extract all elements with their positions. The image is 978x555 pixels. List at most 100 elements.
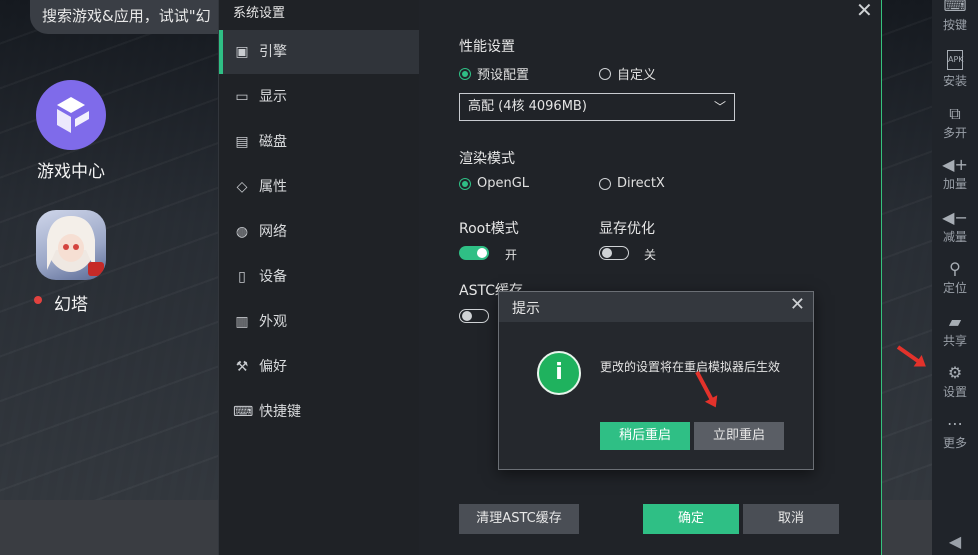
vram-optimize-title: 显存优化 <box>599 221 655 237</box>
new-badge-dot <box>34 296 42 304</box>
nav-item-preferences[interactable]: ⚒ 偏好 <box>219 345 419 389</box>
radio-directx[interactable]: DirectX <box>599 176 665 191</box>
volume-up-icon: ◀+ <box>942 155 968 174</box>
radio-circle <box>459 67 471 80</box>
dialog-message: 更改的设置将在重启模拟器后生效 <box>600 360 781 374</box>
toolbar-settings-button[interactable]: ⚙ 设置 <box>932 363 978 400</box>
monitor-icon: ▭ <box>235 89 249 105</box>
settings-content: 性能设置 预设配置 自定义 高配 (4核 4096MB) ﹀ 渲染模式 Open… <box>419 0 881 555</box>
close-icon[interactable]: ✕ <box>856 0 873 22</box>
app-label-tower-of-fantasy: 幻塔 <box>54 295 88 315</box>
performance-preset-select[interactable]: 高配 (4核 4096MB) ﹀ <box>459 93 735 121</box>
tower-of-fantasy-app-icon[interactable] <box>36 210 106 280</box>
nav-item-disk[interactable]: ▤ 磁盘 <box>219 120 419 164</box>
right-toolbar: ⌨ 按键 APK 安装 ⧉ 多开 ◀+ 加量 ◀− 减量 ⚲ 定位 ▰ 共享 ⚙… <box>932 0 978 555</box>
radio-label: 预设配置 <box>477 68 530 83</box>
restart-later-button[interactable]: 稍后重启 <box>600 422 690 450</box>
toolbar-location-button[interactable]: ⚲ 定位 <box>932 259 978 296</box>
chevron-down-icon: ﹀ <box>713 100 726 114</box>
select-value: 高配 (4核 4096MB) <box>468 99 587 114</box>
astc-cache-toggle[interactable] <box>459 309 489 323</box>
nav-label: 网络 <box>259 224 287 240</box>
folder-icon: ▰ <box>948 312 962 331</box>
window-icon: ▥ <box>235 314 249 330</box>
keyboard-icon: ⌨ <box>943 0 967 15</box>
nav-item-engine[interactable]: ▣ 引擎 <box>219 30 419 74</box>
nav-item-display[interactable]: ▭ 显示 <box>219 75 419 119</box>
tag-icon: ◇ <box>236 179 248 195</box>
radio-circle <box>599 177 611 190</box>
vram-optimize-toggle[interactable] <box>599 246 629 260</box>
toolbar-label: 减量 <box>942 230 967 244</box>
more-icon: ⋯ <box>947 414 963 433</box>
radio-preset-config[interactable]: 预设配置 <box>459 64 529 83</box>
confirm-button[interactable]: 确定 <box>643 504 739 534</box>
toolbar-label: 安装 <box>942 74 967 88</box>
dialog-title: 提示 <box>512 301 540 317</box>
toolbar-back-button[interactable]: ◀ <box>932 532 978 551</box>
nav-label: 外观 <box>259 314 287 330</box>
clear-astc-button[interactable]: 清理ASTC缓存 <box>459 504 579 534</box>
radio-custom[interactable]: 自定义 <box>599 64 656 83</box>
toolbar-label: 更多 <box>942 436 967 450</box>
nav-label: 引擎 <box>259 44 287 60</box>
toolbar-install-button[interactable]: APK 安装 <box>932 50 978 89</box>
location-icon: ⚲ <box>949 259 961 278</box>
game-center-app-icon[interactable] <box>36 80 106 150</box>
toolbar-multi-instance-button[interactable]: ⧉ 多开 <box>932 104 978 141</box>
toolbar-label: 按键 <box>942 18 967 32</box>
nav-label: 显示 <box>259 89 287 105</box>
dialog-header <box>499 292 813 322</box>
toolbar-share-button[interactable]: ▰ 共享 <box>932 312 978 349</box>
gear-icon: ⚙ <box>947 363 963 382</box>
restart-now-button[interactable]: 立即重启 <box>694 422 784 450</box>
performance-section-title: 性能设置 <box>459 39 515 55</box>
root-mode-state: 开 <box>505 248 518 262</box>
back-arrow-icon: ◀ <box>948 532 962 551</box>
game-center-logo-icon <box>57 97 89 133</box>
nav-item-properties[interactable]: ◇ 属性 <box>219 165 419 209</box>
settings-window: 系统设置 ▣ 引擎 ▭ 显示 ▤ 磁盘 ◇ 属性 ◍ 网络 ▯ 设备 ▥ 外观 <box>218 0 882 555</box>
chip-icon: ▣ <box>235 44 249 60</box>
multi-instance-icon: ⧉ <box>949 104 961 123</box>
nav-item-network[interactable]: ◍ 网络 <box>219 210 419 254</box>
keyboard-icon: ⌨ <box>233 404 254 420</box>
radio-opengl[interactable]: OpenGL <box>459 176 529 191</box>
volume-down-icon: ◀− <box>942 208 968 227</box>
toolbar-volume-down-button[interactable]: ◀− 减量 <box>932 208 978 245</box>
settings-sidebar: 系统设置 ▣ 引擎 ▭ 显示 ▤ 磁盘 ◇ 属性 ◍ 网络 ▯ 设备 ▥ 外观 <box>219 0 419 555</box>
wrench-icon: ⚒ <box>235 359 249 375</box>
toolbar-label: 定位 <box>942 281 967 295</box>
toolbar-volume-up-button[interactable]: ◀+ 加量 <box>932 155 978 192</box>
restart-prompt-dialog: 提示 ✕ i 更改的设置将在重启模拟器后生效 稍后重启 立即重启 <box>498 291 814 470</box>
render-section-title: 渲染模式 <box>459 151 515 167</box>
device-icon: ▯ <box>238 269 246 285</box>
nav-label: 磁盘 <box>259 134 287 150</box>
nav-item-device[interactable]: ▯ 设备 <box>219 255 419 299</box>
radio-label: OpenGL <box>477 176 530 191</box>
toolbar-more-button[interactable]: ⋯ 更多 <box>932 414 978 451</box>
toolbar-label: 共享 <box>942 334 967 348</box>
toolbar-keymap-button[interactable]: ⌨ 按键 <box>932 0 978 33</box>
cancel-button[interactable]: 取消 <box>743 504 839 534</box>
nav-item-appearance[interactable]: ▥ 外观 <box>219 300 419 344</box>
radio-label: DirectX <box>617 176 665 191</box>
toolbar-label: 加量 <box>942 177 967 191</box>
radio-label: 自定义 <box>617 68 657 83</box>
nav-label: 设备 <box>259 269 287 285</box>
settings-title: 系统设置 <box>233 6 286 21</box>
apk-icon: APK <box>947 50 964 70</box>
radio-circle <box>599 67 611 80</box>
nav-label: 快捷键 <box>259 404 301 420</box>
root-mode-toggle[interactable] <box>459 246 489 260</box>
nav-item-shortcuts[interactable]: ⌨ 快捷键 <box>219 390 419 434</box>
dialog-close-icon[interactable]: ✕ <box>790 294 805 315</box>
nav-label: 属性 <box>259 179 287 195</box>
root-mode-title: Root模式 <box>459 221 519 237</box>
disk-icon: ▤ <box>235 134 249 150</box>
nav-label: 偏好 <box>259 359 287 375</box>
vram-optimize-state: 关 <box>644 248 657 262</box>
toolbar-label: 设置 <box>942 385 967 399</box>
character-portrait-icon <box>47 216 104 276</box>
info-icon: i <box>537 351 581 395</box>
